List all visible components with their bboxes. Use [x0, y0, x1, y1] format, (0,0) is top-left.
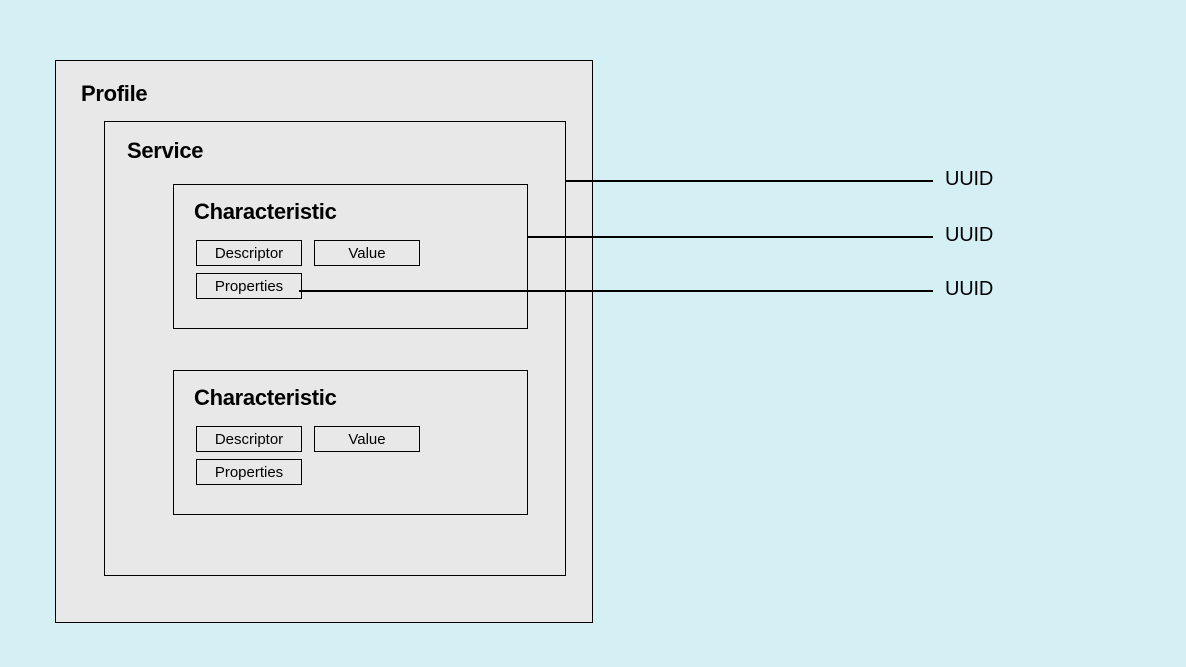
- uuid-label-characteristic: UUID: [945, 224, 993, 247]
- descriptor-box: Descriptor: [196, 426, 302, 452]
- characteristic-title: Characteristic: [194, 199, 337, 225]
- connector-line-service-uuid: [565, 180, 933, 182]
- value-box: Value: [314, 426, 420, 452]
- uuid-label-properties: UUID: [945, 278, 993, 301]
- profile-box: Profile Service Characteristic Descripto…: [55, 60, 593, 623]
- profile-title: Profile: [81, 81, 147, 107]
- value-box: Value: [314, 240, 420, 266]
- characteristic-box-2: Characteristic Descriptor Value Properti…: [173, 370, 528, 515]
- uuid-label-service: UUID: [945, 168, 993, 191]
- connector-line-properties-uuid: [299, 290, 933, 292]
- properties-box: Properties: [196, 273, 302, 299]
- characteristic-box-1: Characteristic Descriptor Value Properti…: [173, 184, 528, 329]
- service-box: Service Characteristic Descriptor Value …: [104, 121, 566, 576]
- connector-line-characteristic-uuid: [528, 236, 933, 238]
- service-title: Service: [127, 138, 203, 164]
- properties-box: Properties: [196, 459, 302, 485]
- characteristic-title: Characteristic: [194, 385, 337, 411]
- descriptor-box: Descriptor: [196, 240, 302, 266]
